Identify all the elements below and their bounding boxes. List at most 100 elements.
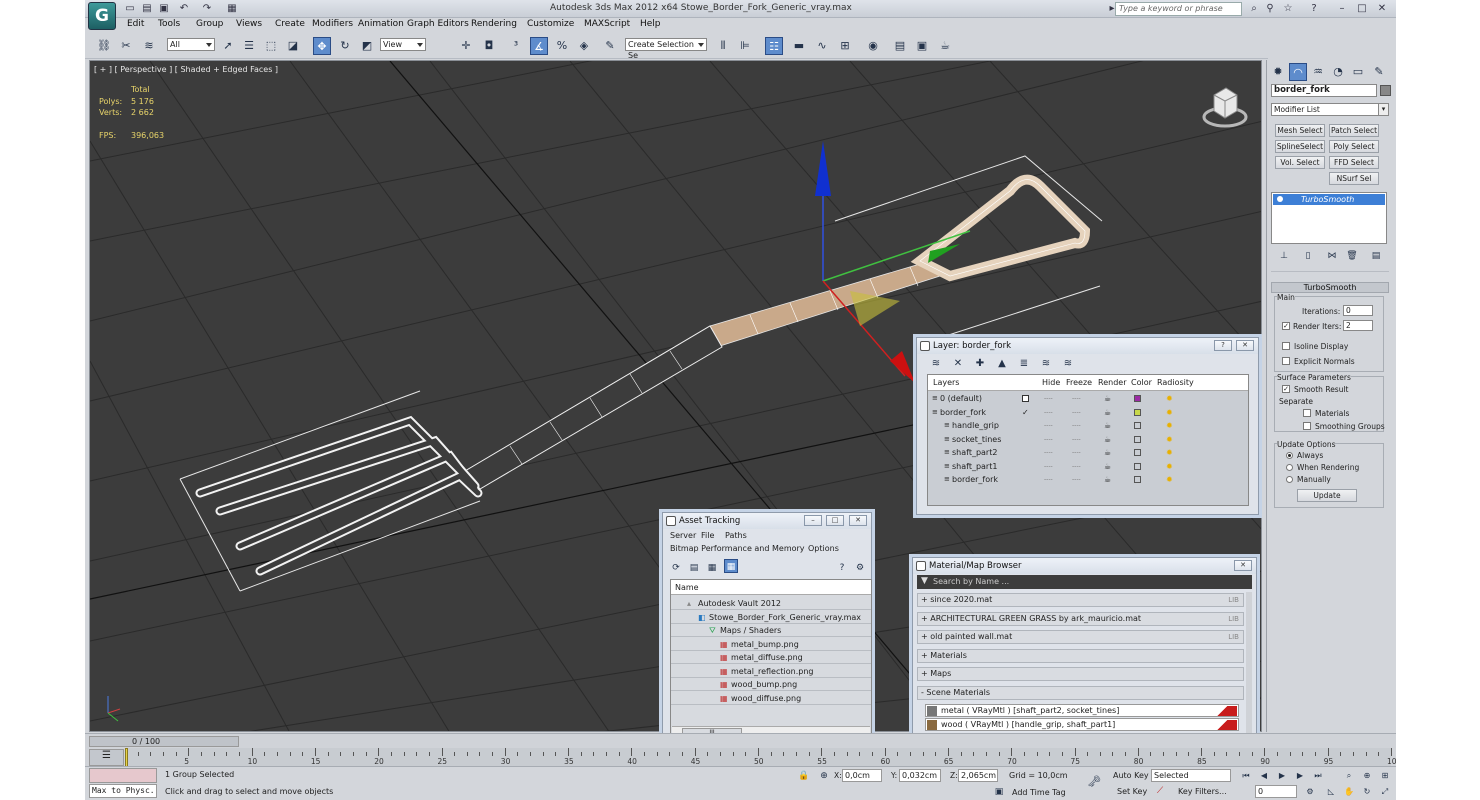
material-group-label[interactable]: + since 2020.mat [921,594,992,606]
select-and-move-icon[interactable]: ✥ [313,37,331,55]
lightbulb-icon[interactable] [1277,196,1283,202]
make-unique-icon[interactable]: ⋈ [1323,247,1341,265]
align-icon[interactable]: ⊫ [736,37,754,55]
material-group-header[interactable]: + old painted wall.mat LIB [917,630,1244,644]
layer-name[interactable]: border_fork [952,473,998,486]
current-time-marker[interactable] [125,748,128,767]
layer-manager-icon[interactable]: ☷ [765,37,783,55]
mesh-select-button[interactable]: Mesh Select [1275,124,1325,137]
reference-coordinate-dropdown[interactable]: View [380,38,426,51]
freeze-toggle[interactable]: ---- [1072,473,1081,486]
time-slider-frame[interactable]: 0 / 100 [132,737,160,746]
key-icon[interactable]: 🗝 [1085,773,1103,791]
asset-item-label[interactable]: metal_bump.png [731,638,799,651]
render-setup-icon[interactable]: ▤ [891,37,909,55]
undo-icon[interactable]: ↶ [177,2,191,15]
asset-tree-item[interactable]: ▦ wood_diffuse.png [671,692,871,705]
separate-materials-checkbox[interactable] [1303,409,1311,417]
col-radiosity[interactable]: Radiosity [1157,376,1194,389]
render-teapot-icon[interactable]: ☕ [1104,473,1111,486]
material-group-label[interactable]: - Scene Materials [921,687,990,699]
mirror-icon[interactable]: ⫴ [714,37,732,55]
render-production-icon[interactable]: ☕ [936,37,954,55]
layer-row[interactable]: ≡ border_fork ---- ---- ☕ ✹ [928,473,1248,486]
list-view-icon[interactable]: ▤ [685,559,703,577]
window-crossing-icon[interactable]: ◪ [284,37,302,55]
motion-tab-icon[interactable]: ◔ [1329,63,1347,81]
material-search-input[interactable]: Search by Name ... [933,577,1009,586]
maxscript-mini-listener[interactable]: Max to Physc. [89,784,157,798]
absolute-mode-icon[interactable]: ⊕ [815,767,833,785]
radiosity-icon[interactable]: ✹ [1166,473,1173,486]
play-icon[interactable]: ▶ [1273,767,1291,785]
menu-tools[interactable]: Tools [158,19,180,29]
redo-icon[interactable]: ↷ [200,2,214,15]
turbosmooth-rollout-header[interactable]: TurboSmooth [1271,282,1389,293]
patch-select-button[interactable]: Patch Select [1329,124,1379,137]
explicit-normals-checkbox[interactable] [1282,357,1290,365]
nsurf-sel-button[interactable]: NSurf Sel [1329,172,1379,185]
asset-item-label[interactable]: wood_bump.png [731,678,797,691]
select-by-name-icon[interactable]: ☰ [240,37,258,55]
add-time-tag[interactable]: Add Time Tag [1012,788,1066,797]
radiosity-icon[interactable]: ✹ [1166,460,1173,473]
select-layer-objects-icon[interactable]: ▲ [993,355,1011,373]
material-group-header[interactable]: + Materials [917,648,1244,663]
menu-customize[interactable]: Customize [527,19,574,29]
display-tab-icon[interactable]: ▭ [1349,63,1367,81]
percent-snap-icon[interactable]: % [553,37,571,55]
asset-menu-paths[interactable]: Paths [725,529,747,542]
render-teapot-icon[interactable]: ☕ [1104,392,1111,405]
render-teapot-icon[interactable]: ☕ [1104,433,1111,446]
layer-close-button[interactable]: ✕ [1236,340,1254,351]
col-render[interactable]: Render [1098,376,1126,389]
graphite-ribbon-icon[interactable]: ▬ [790,37,808,55]
show-end-result-icon[interactable]: ▯ [1299,247,1317,265]
active-layer-checkbox[interactable] [1022,395,1029,402]
previous-frame-icon[interactable]: ◀ [1255,767,1273,785]
layer-name[interactable]: 0 (default) [940,392,982,405]
select-and-scale-icon[interactable]: ◩ [358,37,376,55]
maximize-window-icon[interactable]: □ [1355,2,1369,15]
material-group-label[interactable]: + Maps [921,668,951,680]
smoothing-groups-checkbox[interactable] [1303,422,1311,430]
radiosity-icon[interactable]: ✹ [1166,433,1173,446]
col-freeze[interactable]: Freeze [1066,376,1092,389]
layer-help-button[interactable]: ? [1214,340,1232,351]
asset-settings-icon[interactable]: ⚙ [851,559,869,577]
asset-item-label[interactable]: Maps / Shaders [720,624,781,637]
key-filters-button[interactable]: Key Filters... [1178,787,1227,796]
menu-modifiers[interactable]: Modifiers [312,19,353,29]
menu-maxscript[interactable]: MAXScript [584,19,630,29]
menu-animation[interactable]: Animation [358,19,404,29]
poly-select-button[interactable]: Poly Select [1329,140,1379,153]
layer-name[interactable]: socket_tines [952,433,1001,446]
remove-modifier-icon[interactable]: 🗑 [1343,247,1361,265]
table-view-icon[interactable]: ▦ [724,559,738,573]
layer-row[interactable]: ≡ socket_tines ---- ---- ☕ ✹ [928,433,1248,446]
hide-toggle[interactable]: ---- [1044,419,1053,432]
mini-curve-editor-icon[interactable]: ☰ [89,749,124,766]
y-coordinate-field[interactable]: 0,032cm [899,769,941,782]
freeze-all-layers-icon[interactable]: ≋ [1059,355,1077,373]
layer-name[interactable]: border_fork [940,406,986,419]
asset-tree-item[interactable]: ▦ metal_bump.png [671,638,871,651]
rendered-frame-window-icon[interactable]: ▣ [913,37,931,55]
radiosity-icon[interactable]: ✹ [1166,406,1173,419]
named-selection-sets-dropdown[interactable]: Create Selection Se [625,38,707,60]
select-and-link-icon[interactable]: ⛓ [95,37,113,55]
pan-view-icon[interactable]: ✋ [1340,783,1358,800]
modify-tab-icon[interactable]: ◠ [1289,63,1307,81]
asset-menu-file[interactable]: File [701,529,714,542]
utilities-tab-icon[interactable]: ✎ [1370,63,1388,81]
asset-item-label[interactable]: metal_reflection.png [731,665,813,678]
hide-toggle[interactable]: ---- [1044,433,1053,446]
spline-select-button[interactable]: SplineSelect [1275,140,1325,153]
maxscript-listener-pink[interactable] [89,768,157,783]
menu-edit[interactable]: Edit [127,19,144,29]
menu-rendering[interactable]: Rendering [471,19,517,29]
material-group-header[interactable]: + since 2020.mat LIB [917,593,1244,607]
maximize-viewport-icon[interactable]: ⤢ [1376,783,1394,800]
asset-item-label[interactable]: Stowe_Border_Fork_Generic_vray.max [709,611,861,624]
layer-row[interactable]: ≡ 0 (default) ---- ---- ☕ ✹ [928,392,1248,405]
